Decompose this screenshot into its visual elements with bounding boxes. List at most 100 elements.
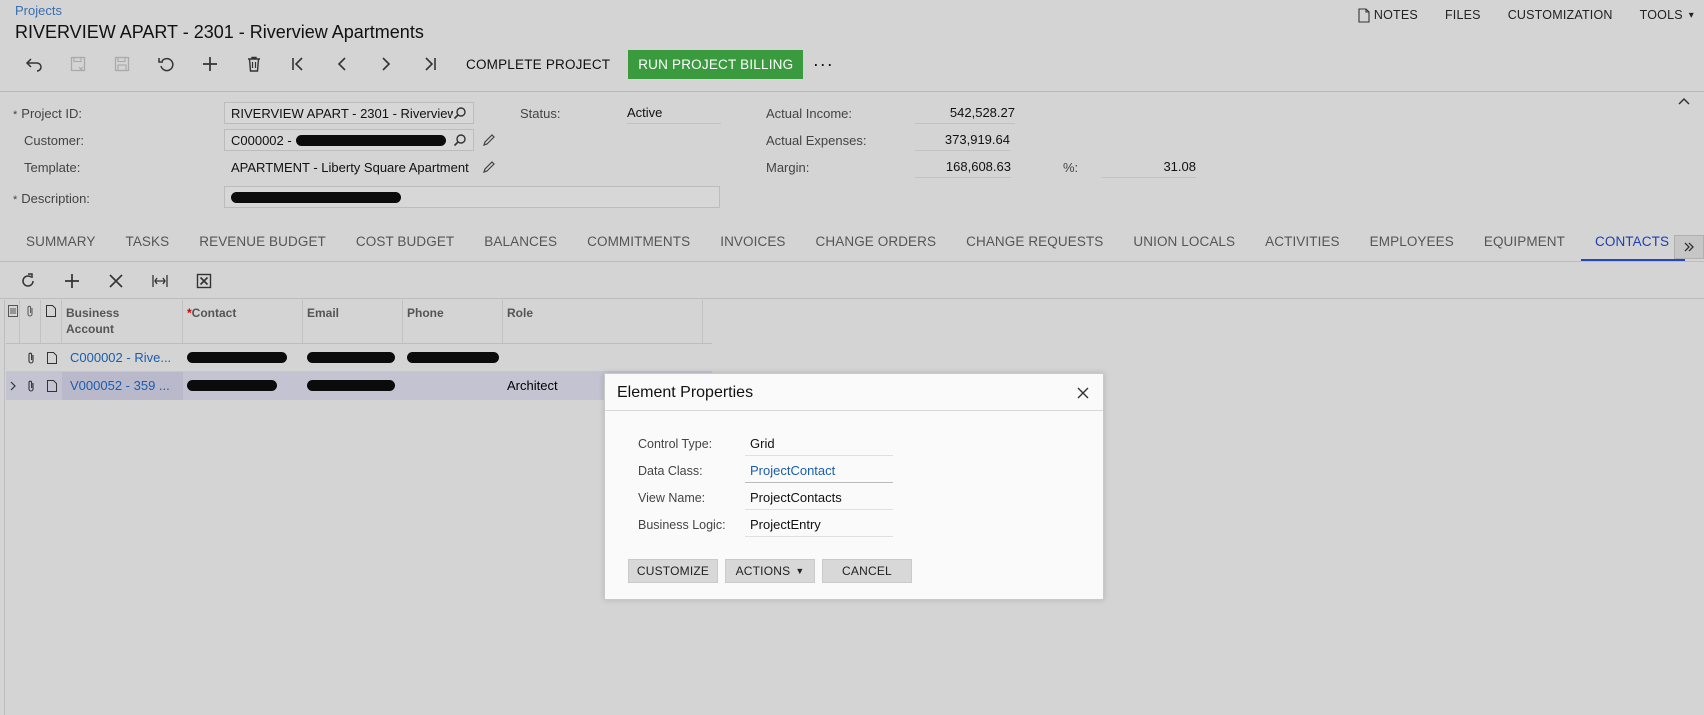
role-header[interactable]: Role [503,300,703,343]
edit-pencil-icon[interactable] [482,160,496,174]
contact-cell[interactable] [183,372,303,400]
redacted-mark [231,191,401,203]
redacted-mark [295,134,446,146]
fit-columns-button[interactable] [138,266,182,296]
redacted-mark [307,352,395,363]
customize-button[interactable]: CUSTOMIZE [628,559,718,583]
view-name-row: View Name: ProjectContacts [638,486,893,510]
project-id-label: Project ID: [21,106,82,121]
tab-cost-budget[interactable]: COST BUDGET [342,228,470,262]
previous-record-button[interactable] [320,50,364,78]
row-selector[interactable] [6,344,20,372]
email-cell[interactable] [303,372,403,400]
tab-balances[interactable]: BALANCES [470,228,573,262]
description-field[interactable] [224,186,720,208]
run-project-billing-button[interactable]: RUN PROJECT BILLING [628,49,804,79]
control-type-row: Control Type: Grid [638,432,893,456]
tab-summary[interactable]: SUMMARY [12,228,111,262]
business-account-cell[interactable]: C000002 - Rive... [62,344,183,372]
edit-pencil-icon[interactable] [482,133,496,147]
dialog-title: Element Properties [617,384,754,401]
contact-header-label: Contact [191,306,237,320]
chevron-up-icon[interactable] [1678,96,1690,106]
save-button[interactable] [100,50,144,78]
tab-change-requests[interactable]: CHANGE REQUESTS [952,228,1119,262]
last-icon [425,57,436,71]
chevron-down-icon: ▼ [795,566,805,576]
paperclip-icon[interactable] [20,372,41,400]
notes-link[interactable]: NOTES [1358,7,1418,23]
phone-cell[interactable] [403,344,503,372]
contact-header[interactable]: *Contact [183,300,303,343]
view-name-label: View Name: [638,491,706,505]
delete-button[interactable] [232,50,276,78]
phone-cell[interactable] [403,372,503,400]
search-icon[interactable] [453,106,467,120]
breadcrumb[interactable]: Projects [15,3,62,18]
tab-change-orders[interactable]: CHANGE ORDERS [802,228,953,262]
redacted-mark [407,352,499,363]
data-class-label: Data Class: [638,464,703,478]
tab-invoices[interactable]: INVOICES [706,228,801,262]
email-header[interactable]: Email [303,300,403,343]
business-account-link[interactable]: C000002 - Rive... [70,350,171,365]
note-icon[interactable] [41,372,62,400]
tab-union-locals[interactable]: UNION LOCALS [1119,228,1251,262]
tab-employees[interactable]: EMPLOYEES [1356,228,1470,262]
role-cell[interactable] [503,344,703,372]
refresh-button[interactable] [6,266,50,296]
tools-link[interactable]: TOOLS ▾ [1640,8,1704,22]
business-account-cell[interactable]: V000052 - 359 ... [62,371,183,400]
row-selector-header[interactable] [6,300,20,343]
row-selector[interactable] [6,372,20,400]
tab-equipment[interactable]: EQUIPMENT [1470,228,1581,262]
files-link[interactable]: FILES [1445,8,1481,22]
note-icon [1358,7,1370,23]
contact-cell[interactable] [183,344,303,372]
actions-button[interactable]: ACTIONS ▼ [725,559,815,583]
tab-revenue-budget[interactable]: REVENUE BUDGET [185,228,342,262]
complete-project-button[interactable]: COMPLETE PROJECT [456,50,620,78]
tab-commitments[interactable]: COMMITMENTS [573,228,706,262]
close-icon[interactable] [1075,385,1091,401]
data-class-link[interactable]: ProjectContact [750,463,835,478]
more-menu-button[interactable]: ··· [803,50,843,78]
next-record-button[interactable] [364,50,408,78]
actual-expenses-value: 373,919.64 [915,129,1010,151]
tab-activities[interactable]: ACTIVITIES [1251,228,1356,262]
close-icon [109,274,123,288]
cancel-changes-button[interactable] [144,50,188,78]
customer-field[interactable]: C000002 - [224,129,474,151]
phone-header[interactable]: Phone [403,300,503,343]
customization-link[interactable]: CUSTOMIZATION [1508,8,1613,22]
note-icon[interactable] [41,344,62,372]
tab-bar: SUMMARY TASKS REVENUE BUDGET COST BUDGET… [12,228,1686,262]
table-row[interactable]: C000002 - Rive... [6,344,712,372]
first-record-button[interactable] [276,50,320,78]
paperclip-icon[interactable] [20,344,41,372]
business-account-link[interactable]: V000052 - 359 ... [70,378,170,393]
template-value[interactable]: APARTMENT - Liberty Square Apartment [231,160,469,175]
actual-income-label: Actual Income: [766,106,852,121]
refresh-icon [22,273,34,287]
search-icon[interactable] [453,133,467,147]
export-excel-button[interactable] [182,266,226,296]
last-record-button[interactable] [408,50,452,78]
project-id-field[interactable]: RIVERVIEW APART - 2301 - Riverview Apart… [224,102,474,124]
data-class-value: ProjectContact [745,459,893,483]
plus-icon [65,274,79,288]
tab-contacts[interactable]: CONTACTS [1581,228,1686,262]
tabs-overflow-button[interactable] [1674,235,1704,259]
back-button[interactable] [12,50,56,78]
tab-tasks[interactable]: TASKS [111,228,185,262]
email-cell[interactable] [303,344,403,372]
status-value: Active [627,102,721,124]
add-row-button[interactable] [50,266,94,296]
business-account-header[interactable]: Business Account [62,300,183,343]
save-close-button[interactable] [56,50,100,78]
add-button[interactable] [188,50,232,78]
business-account-header-line2: Account [66,322,114,336]
delete-row-button[interactable] [94,266,138,296]
cancel-button[interactable]: CANCEL [822,559,912,583]
undo-arrow-icon [25,58,42,72]
